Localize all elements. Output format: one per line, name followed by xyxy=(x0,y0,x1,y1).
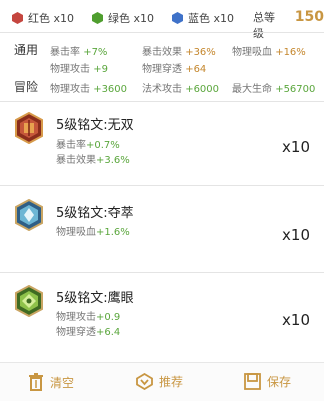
recommend-button-label: 推荐 xyxy=(159,375,184,389)
stat-name: 物理攻击 xyxy=(50,64,94,75)
rune-stat-value: +0.7% xyxy=(86,140,120,151)
rune-stat-name: 物理吸血 xyxy=(56,227,96,238)
red-gem-label: 红色 x10 xyxy=(28,12,75,25)
stat-value: +64 xyxy=(185,64,207,75)
stat-name: 物理攻击 xyxy=(50,84,94,95)
total-level-value: 150 xyxy=(294,9,324,25)
rune-title: 5级铭文:夺萃 xyxy=(56,206,134,221)
blue-gem-label: 蓝色 x10 xyxy=(188,12,235,25)
recommend-button[interactable]: 推荐 xyxy=(136,373,183,390)
red-gem-icon xyxy=(12,12,23,24)
rune-stat-value: +0.9 xyxy=(96,312,121,323)
save-icon xyxy=(244,373,261,390)
save-button-label: 保存 xyxy=(267,375,292,389)
adventure-category-label: 冒险 xyxy=(14,80,39,94)
stat-physical-pen: 物理穿透 +64 xyxy=(142,60,206,75)
stat-name: 暴击效果 xyxy=(142,47,186,58)
stat-value: +16% xyxy=(275,47,306,58)
stat-value: +7% xyxy=(83,47,108,58)
rune-item-yingyan[interactable]: 5级铭文:鹰眼 物理攻击+0.9 物理穿透+6.4 x10 xyxy=(0,273,324,363)
rune-color-summary: 红色 x10 绿色 x10 蓝色 x10 总等级 150 xyxy=(0,0,324,40)
stat-adv-max-hp: 最大生命 +56700 xyxy=(232,80,315,95)
stat-value: +6000 xyxy=(185,84,220,95)
rune-stat-value: +1.6% xyxy=(96,227,130,238)
rune-title: 5级铭文:鹰眼 xyxy=(56,291,134,306)
stat-crit-rate: 暴击率 +7% xyxy=(50,43,107,58)
stat-value: +36% xyxy=(185,47,216,58)
rune-count: x10 xyxy=(282,311,310,329)
rune-stat-line: 暴击率+0.7% xyxy=(56,136,120,151)
stat-lifesteal: 物理吸血 +16% xyxy=(232,43,306,58)
stat-name: 最大生命 xyxy=(232,84,276,95)
blue-gem-counter: 蓝色 x10 xyxy=(172,10,234,26)
rune-stat-name: 物理穿透 xyxy=(56,327,96,338)
stat-value: +9 xyxy=(93,64,108,75)
rune-count: x10 xyxy=(282,138,310,156)
total-level: 总等级 150 xyxy=(253,9,324,41)
stat-name: 物理穿透 xyxy=(142,64,186,75)
recommend-icon xyxy=(136,373,153,390)
stat-value: +3600 xyxy=(93,84,128,95)
stat-crit-effect: 暴击效果 +36% xyxy=(142,43,216,58)
rune-stat-name: 暴击效果 xyxy=(56,155,96,166)
green-gem-counter: 绿色 x10 xyxy=(92,10,154,26)
green-rune-icon xyxy=(15,285,43,317)
clear-button[interactable]: 清空 xyxy=(28,373,74,391)
rune-stat-value: +6.4 xyxy=(96,327,121,338)
rune-title: 5级铭文:无双 xyxy=(56,118,134,133)
rune-item-duocui[interactable]: 5级铭文:夺萃 物理吸血+1.6% x10 xyxy=(0,186,324,276)
red-rune-icon xyxy=(15,112,43,144)
rune-stat-name: 物理攻击 xyxy=(56,312,96,323)
trash-icon xyxy=(29,373,43,391)
clear-button-label: 清空 xyxy=(50,375,75,390)
general-category-label: 通用 xyxy=(14,43,39,57)
rune-stat-line: 物理吸血+1.6% xyxy=(56,223,130,238)
rune-stat-line: 物理攻击+0.9 xyxy=(56,308,120,323)
rune-stat-line: 暴击效果+3.6% xyxy=(56,151,130,166)
blue-gem-icon xyxy=(172,12,183,24)
rune-item-wushuang[interactable]: 5级铭文:无双 暴击率+0.7% 暴击效果+3.6% x10 xyxy=(0,102,324,192)
stat-name: 法术攻击 xyxy=(142,84,186,95)
save-button[interactable]: 保存 xyxy=(244,373,291,390)
rune-count: x10 xyxy=(282,226,310,244)
total-level-label: 总等级 xyxy=(253,11,275,40)
bottom-action-bar: 清空 推荐 保存 xyxy=(0,362,324,401)
green-gem-label: 绿色 x10 xyxy=(108,12,155,25)
stat-physical-attack: 物理攻击 +9 xyxy=(50,60,108,75)
blue-rune-icon xyxy=(15,199,43,231)
rune-stat-value: +3.6% xyxy=(96,155,130,166)
green-gem-icon xyxy=(92,12,103,24)
stat-adv-physical-attack: 物理攻击 +3600 xyxy=(50,80,127,95)
rune-stat-name: 暴击率 xyxy=(56,140,86,151)
stat-adv-magic-attack: 法术攻击 +6000 xyxy=(142,80,219,95)
top-divider xyxy=(0,32,324,33)
rune-stat-line: 物理穿透+6.4 xyxy=(56,323,120,338)
stat-name: 暴击率 xyxy=(50,47,84,58)
stat-name: 物理吸血 xyxy=(232,47,276,58)
stat-value: +56700 xyxy=(275,84,316,95)
red-gem-counter: 红色 x10 xyxy=(12,10,74,26)
